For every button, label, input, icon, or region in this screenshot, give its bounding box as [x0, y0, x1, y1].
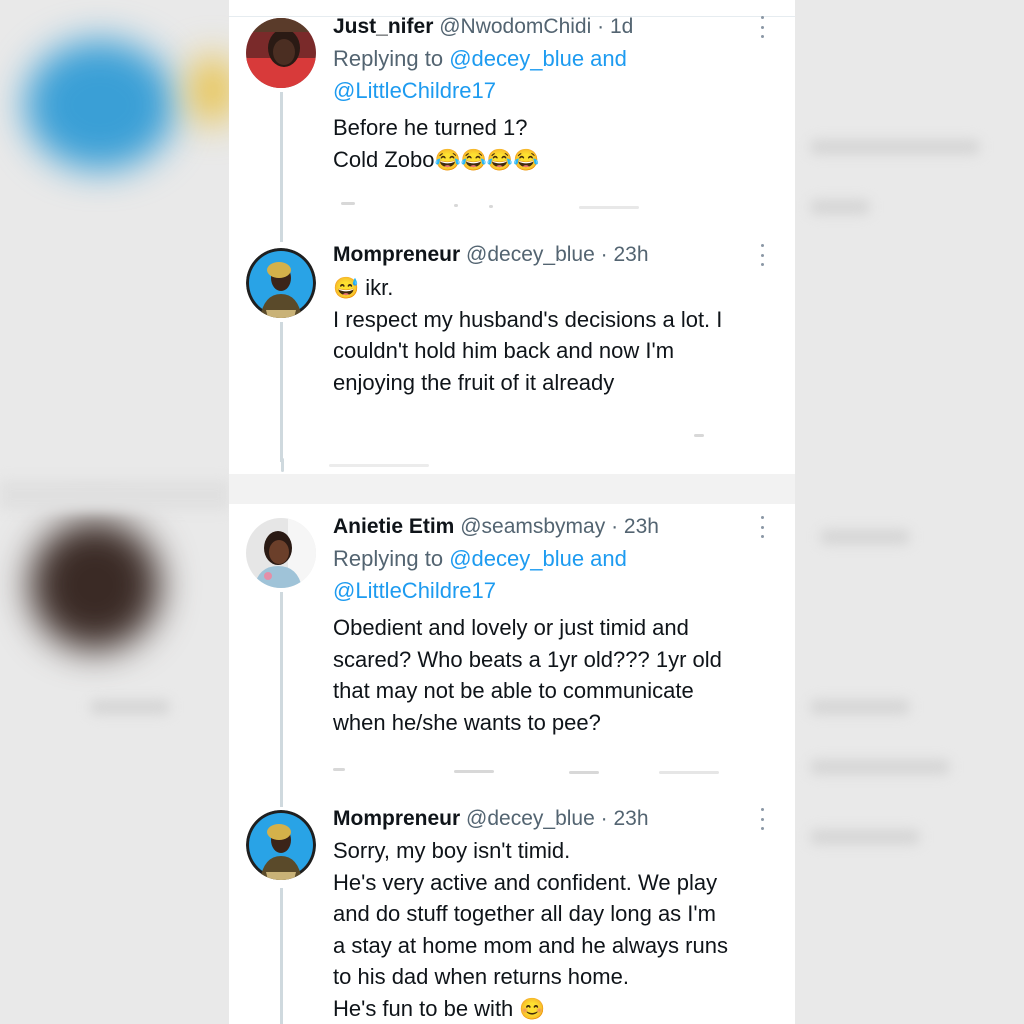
tweet-line: to his dad when returns home.: [333, 964, 629, 989]
tweet-line: that may not be able to communicate: [333, 678, 694, 703]
tweet-line: enjoying the fruit of it already: [333, 369, 615, 395]
avatar[interactable]: [246, 518, 316, 588]
avatar[interactable]: [246, 248, 316, 318]
timestamp[interactable]: 23h: [613, 807, 648, 830]
replying-to: Replying to @decey_blue and @LittleChild…: [333, 543, 769, 607]
mention-link[interactable]: @decey_blue: [449, 546, 584, 571]
tweet-header: Just_nifer @NwodomChidi · 1d: [333, 14, 769, 40]
mention-link[interactable]: @decey_blue: [449, 46, 584, 71]
tweet-text: Obedient and lovely or just timid and sc…: [333, 612, 769, 738]
tweet-line: He's very active and confident. We play: [333, 869, 718, 895]
mention-link[interactable]: @LittleChildre17: [333, 78, 496, 103]
laughing-emoji: 😂😂😂😂: [434, 148, 540, 172]
thread-line: [280, 322, 283, 462]
display-name[interactable]: Just_nifer: [333, 15, 433, 38]
separator-dot: ·: [597, 15, 605, 38]
tweet-header: Mompreneur @decey_blue · 23h: [333, 242, 769, 268]
tweet-line: scared? Who beats a 1yr old??? 1yr old: [333, 646, 722, 672]
user-handle[interactable]: @decey_blue: [466, 243, 595, 266]
tweet-line: a stay at home mom and he always runs: [333, 932, 728, 958]
tweet-header: Anietie Etim @seamsbymay · 23h: [333, 514, 769, 540]
tweet-line: ikr.: [365, 275, 394, 300]
tweet-text: 😅 ikr. I respect my husband's decisions …: [333, 272, 769, 398]
display-name[interactable]: Mompreneur: [333, 807, 460, 830]
display-name[interactable]: Anietie Etim: [333, 515, 454, 538]
timestamp[interactable]: 23h: [624, 515, 659, 538]
user-handle[interactable]: @decey_blue: [466, 807, 595, 830]
more-options-icon[interactable]: [755, 808, 769, 830]
tweet-line: when he/she wants to pee?: [333, 709, 601, 735]
replying-prefix: Replying to: [333, 546, 450, 571]
avatar[interactable]: [246, 18, 316, 88]
tweet-line: I respect my husband's decisions a lot. …: [333, 306, 723, 332]
sweat-smile-emoji: 😅: [333, 277, 360, 300]
tweet-thread-column: Just_nifer @NwodomChidi · 1d Replying to…: [229, 0, 795, 1024]
separator-dot: ·: [600, 243, 608, 266]
tweet-line: Cold Zobo: [333, 146, 435, 172]
user-handle[interactable]: @seamsbymay: [460, 515, 605, 538]
tweet-text: Before he turned 1? Cold Zobo😂😂😂😂: [333, 112, 769, 175]
tweet-line: Obedient and lovely or just timid and: [333, 615, 689, 640]
timestamp[interactable]: 1d: [610, 15, 633, 38]
tweet-line: He's fun to be with: [333, 995, 514, 1021]
tweet-header: Mompreneur @decey_blue · 23h: [333, 806, 769, 832]
separator-dot: ·: [611, 515, 619, 538]
section-divider: [229, 474, 795, 504]
thread-line: [280, 888, 283, 1024]
thread-line: [280, 592, 283, 807]
user-handle[interactable]: @NwodomChidi: [439, 15, 591, 38]
separator-dot: ·: [600, 807, 608, 830]
smiling-emoji: 😊: [519, 997, 546, 1021]
tweet-text: Sorry, my boy isn't timid. He's very act…: [333, 835, 769, 1024]
replying-and: and: [584, 546, 627, 571]
replying-and: and: [584, 46, 627, 71]
replying-to: Replying to @decey_blue and @LittleChild…: [333, 43, 769, 107]
mention-link[interactable]: @LittleChildre17: [333, 578, 496, 603]
more-options-icon[interactable]: [755, 244, 769, 266]
timestamp[interactable]: 23h: [613, 243, 648, 266]
avatar[interactable]: [246, 810, 316, 880]
display-name[interactable]: Mompreneur: [333, 243, 460, 266]
tweet-line: couldn't hold him back and now I'm: [333, 338, 675, 363]
tweet-line: and do stuff together all day long as I'…: [333, 901, 716, 926]
more-options-icon[interactable]: [755, 16, 769, 38]
thread-line: [280, 92, 283, 242]
more-options-icon[interactable]: [755, 516, 769, 538]
tweet-line: Sorry, my boy isn't timid.: [333, 838, 571, 863]
tweet-line: Before he turned 1?: [333, 115, 528, 140]
replying-prefix: Replying to: [333, 46, 450, 71]
